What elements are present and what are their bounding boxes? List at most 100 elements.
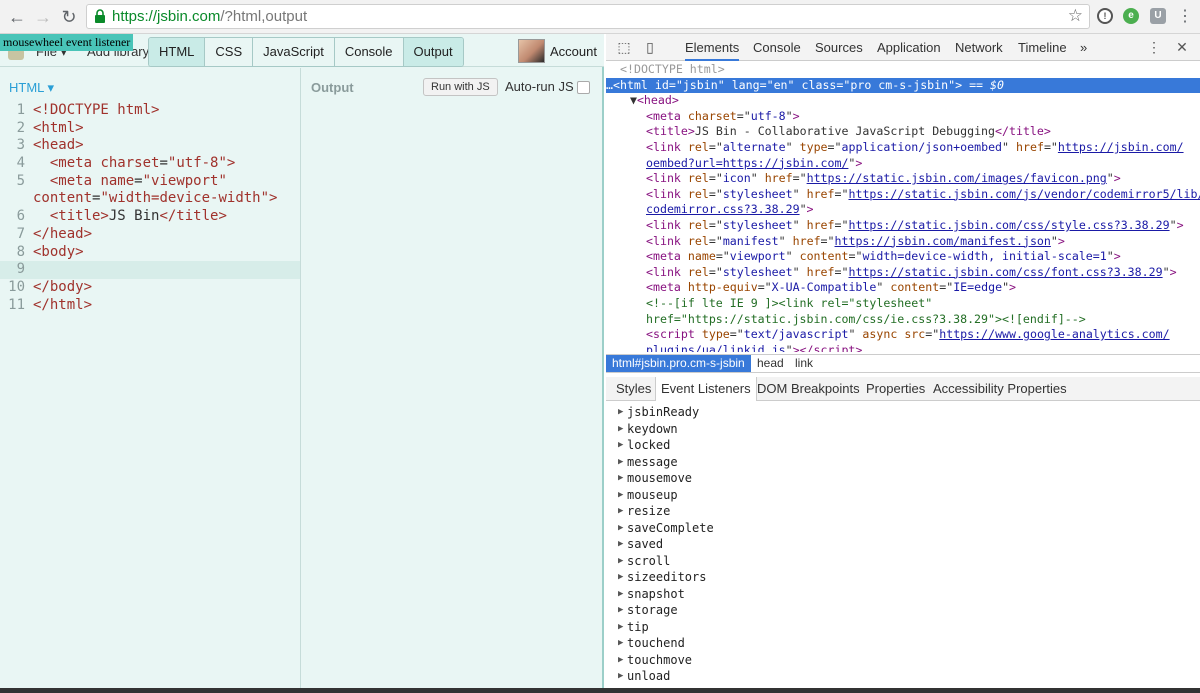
- info-extension-icon[interactable]: !: [1097, 8, 1113, 24]
- reload-icon[interactable]: ↻: [58, 6, 80, 28]
- event-listener-item[interactable]: ▶ saveComplete: [606, 520, 1200, 537]
- expand-arrow-icon[interactable]: ▶: [618, 437, 623, 454]
- code-line[interactable]: 9: [0, 261, 300, 279]
- dom-node[interactable]: <link rel="alternate" type="application/…: [606, 140, 1200, 156]
- code-editor[interactable]: 1 <!DOCTYPE html> 2 <html> 3 <head> 4 <meta ch…: [0, 102, 300, 314]
- forward-arrow-icon[interactable]: →: [32, 6, 54, 28]
- breadcrumb-head[interactable]: head: [751, 355, 790, 372]
- code-line[interactable]: 8 <body>: [0, 244, 300, 262]
- html-editor-panel[interactable]: HTML ▾ 1 <!DOCTYPE html> 2 <html> 3 <head> 4 <…: [0, 68, 301, 693]
- code-line[interactable]: 3 <head>: [0, 137, 300, 155]
- expand-arrow-icon[interactable]: ▶: [618, 569, 623, 586]
- back-arrow-icon[interactable]: ←: [6, 6, 28, 28]
- expand-arrow-icon[interactable]: ▶: [618, 404, 623, 421]
- expand-arrow-icon[interactable]: ▶: [618, 520, 623, 537]
- dom-node[interactable]: codemirror.css?3.38.29">: [606, 202, 1200, 218]
- tab-sources[interactable]: Sources: [815, 34, 863, 61]
- code-line[interactable]: 5 <meta name="viewport": [0, 173, 300, 191]
- dom-node[interactable]: <link rel="stylesheet" href="https://sta…: [606, 218, 1200, 234]
- dom-node[interactable]: <title>JS Bin - Collaborative JavaScript…: [606, 124, 1200, 140]
- expand-arrow-icon[interactable]: ▶: [618, 470, 623, 487]
- more-tabs-button[interactable]: »: [1080, 34, 1087, 61]
- event-listener-item[interactable]: ▶ storage: [606, 602, 1200, 619]
- event-listener-item[interactable]: ▶ touchmove: [606, 652, 1200, 669]
- dom-node[interactable]: <meta name="viewport" content="width=dev…: [606, 249, 1200, 265]
- tab-dom-breakpoints[interactable]: DOM Breakpoints: [757, 377, 860, 401]
- avatar[interactable]: [518, 39, 545, 63]
- dom-node[interactable]: plugins/ua/linkid.js"></script>: [606, 343, 1200, 352]
- event-listener-item[interactable]: ▶ mouseup: [606, 487, 1200, 504]
- inspect-element-icon[interactable]: ⬚: [616, 39, 632, 55]
- dom-node[interactable]: href="https://static.jsbin.com/css/ie.cs…: [606, 312, 1200, 328]
- tab-properties[interactable]: Properties: [866, 377, 925, 401]
- star-icon[interactable]: ☆: [1068, 6, 1083, 26]
- event-listener-item[interactable]: ▶ sizeeditors: [606, 569, 1200, 586]
- menu-kebab-icon[interactable]: ⋮: [1174, 6, 1196, 28]
- tab-console[interactable]: Console: [334, 38, 404, 66]
- dom-node[interactable]: <link rel="stylesheet" href="https://sta…: [606, 265, 1200, 281]
- device-toolbar-icon[interactable]: ▯: [642, 39, 658, 55]
- tab-application[interactable]: Application: [877, 34, 941, 61]
- dom-node[interactable]: oembed?url=https://jsbin.com/">: [606, 156, 1200, 172]
- expand-arrow-icon[interactable]: ▶: [618, 602, 623, 619]
- dom-node[interactable]: <!DOCTYPE html>: [606, 62, 1200, 78]
- expand-arrow-icon[interactable]: ▶: [618, 487, 623, 504]
- tab-timeline[interactable]: Timeline: [1018, 34, 1067, 61]
- code-line[interactable]: 7 </head>: [0, 226, 300, 244]
- account-menu[interactable]: Account: [550, 44, 597, 59]
- code-line[interactable]: content="width=device-width">: [0, 190, 300, 208]
- dom-node[interactable]: <!--[if lte IE 9 ]><link rel="stylesheet…: [606, 296, 1200, 312]
- evernote-extension-icon[interactable]: e: [1123, 8, 1139, 24]
- tab-event-listeners[interactable]: Event Listeners: [655, 377, 757, 401]
- event-listener-item[interactable]: ▶ mousemove: [606, 470, 1200, 487]
- expand-arrow-icon[interactable]: ▶: [618, 454, 623, 471]
- expand-arrow-icon[interactable]: ▶: [618, 586, 623, 603]
- expand-arrow-icon[interactable]: ▶: [618, 536, 623, 553]
- event-listener-item[interactable]: ▶ resize: [606, 503, 1200, 520]
- autorun-checkbox[interactable]: [577, 81, 590, 94]
- html-panel-label[interactable]: HTML ▾: [9, 80, 54, 96]
- event-listener-item[interactable]: ▶ snapshot: [606, 586, 1200, 603]
- expand-arrow-icon[interactable]: ▶: [618, 635, 623, 652]
- code-line[interactable]: 10 </body>: [0, 279, 300, 297]
- event-listener-item[interactable]: ▶ saved: [606, 536, 1200, 553]
- breadcrumb-html[interactable]: html#jsbin.pro.cm-s-jsbin: [606, 355, 751, 372]
- expand-arrow-icon[interactable]: ▶: [618, 668, 623, 685]
- tab-output[interactable]: Output: [403, 38, 463, 66]
- expand-arrow-icon[interactable]: ▶: [618, 503, 623, 520]
- dom-node[interactable]: <link rel="stylesheet" href="https://sta…: [606, 187, 1200, 203]
- code-line[interactable]: 1 <!DOCTYPE html>: [0, 102, 300, 120]
- tab-css[interactable]: CSS: [205, 38, 254, 66]
- tab-html[interactable]: HTML: [149, 38, 206, 66]
- code-line[interactable]: 11 </html>: [0, 297, 300, 315]
- code-line[interactable]: 6 <title>JS Bin</title>: [0, 208, 300, 226]
- tab-accessibility-properties[interactable]: Accessibility Properties: [933, 377, 1067, 401]
- event-listener-item[interactable]: ▶ locked: [606, 437, 1200, 454]
- code-line[interactable]: 4 <meta charset="utf-8">: [0, 155, 300, 173]
- event-listener-item[interactable]: ▶ jsbinReady: [606, 404, 1200, 421]
- expand-arrow-icon[interactable]: ▶: [618, 619, 623, 636]
- address-bar[interactable]: https://jsbin.com/?html,output ☆: [86, 4, 1090, 29]
- tab-styles[interactable]: Styles: [616, 377, 651, 401]
- close-icon[interactable]: ✕: [1174, 39, 1190, 55]
- expand-arrow-icon[interactable]: ▶: [618, 553, 623, 570]
- expand-arrow-icon[interactable]: ▶: [618, 421, 623, 438]
- dom-node[interactable]: <link rel="manifest" href="https://jsbin…: [606, 234, 1200, 250]
- tab-console[interactable]: Console: [753, 34, 801, 61]
- event-listener-item[interactable]: ▶ scroll: [606, 553, 1200, 570]
- tab-javascript[interactable]: JavaScript: [253, 38, 335, 66]
- breadcrumb-link[interactable]: link: [789, 355, 819, 372]
- code-line[interactable]: 2 <html>: [0, 120, 300, 138]
- event-listener-item[interactable]: ▶ keydown: [606, 421, 1200, 438]
- dom-node[interactable]: <meta charset="utf-8">: [606, 109, 1200, 125]
- tab-network[interactable]: Network: [955, 34, 1003, 61]
- dom-tree[interactable]: <!DOCTYPE html> …<html id="jsbin" lang="e…: [606, 62, 1200, 352]
- dom-node[interactable]: ▼<head>: [606, 93, 1200, 109]
- event-listener-item[interactable]: ▶ tip: [606, 619, 1200, 636]
- expand-arrow-icon[interactable]: ▶: [618, 652, 623, 669]
- dom-node[interactable]: <meta http-equiv="X-UA-Compatible" conte…: [606, 280, 1200, 296]
- tab-elements[interactable]: Elements: [685, 34, 740, 61]
- dom-node[interactable]: <link rel="icon" href="https://static.js…: [606, 171, 1200, 187]
- shield-extension-icon[interactable]: U: [1150, 8, 1166, 24]
- dom-node[interactable]: …<html id="jsbin" lang="en" class="pro c…: [606, 77, 1200, 94]
